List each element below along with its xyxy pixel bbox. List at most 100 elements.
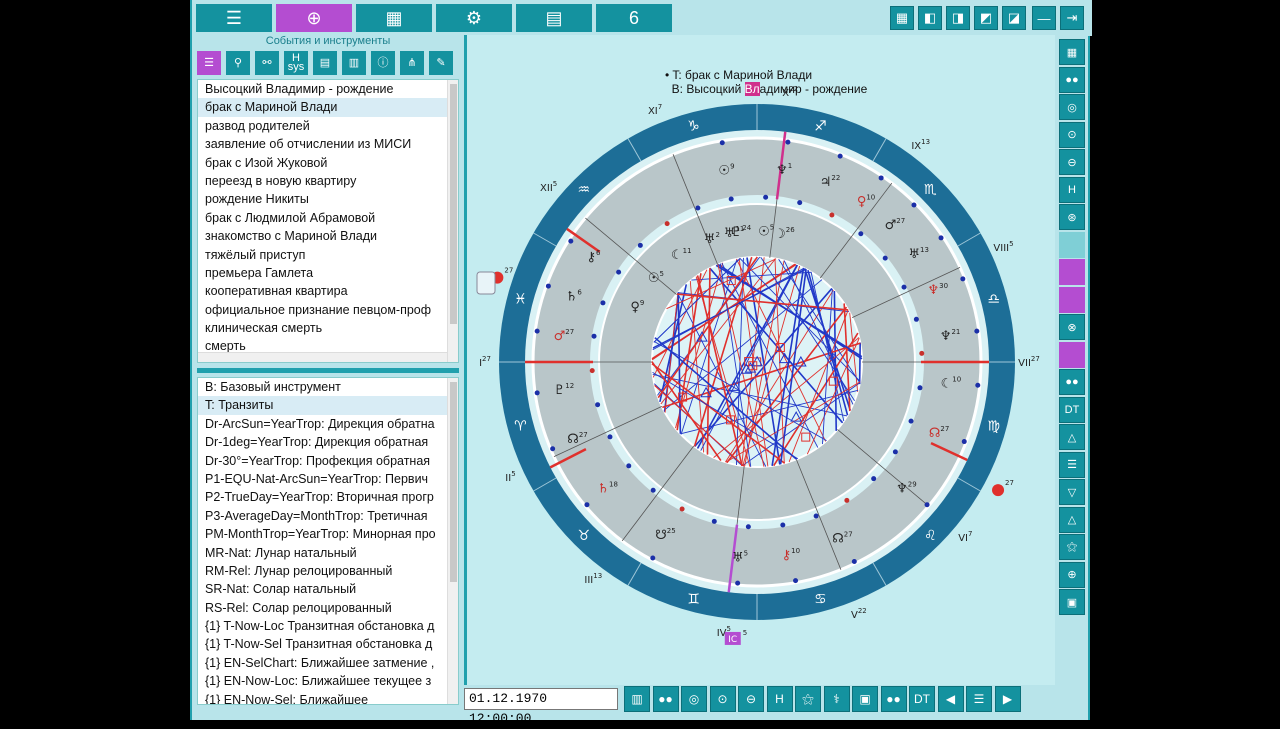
- exit-button[interactable]: ⇥: [1060, 6, 1084, 30]
- right-tool-button[interactable]: ●●: [1059, 66, 1085, 93]
- event-list-item[interactable]: Высоцкий Владимир - рождение: [198, 80, 458, 98]
- bottom-tool-button[interactable]: ◀: [937, 686, 964, 712]
- right-tool-button[interactable]: △: [1059, 424, 1085, 450]
- instrument-list-item[interactable]: {1} T-Now-Sel Транзитная обстановка д: [198, 635, 458, 653]
- right-tool-button[interactable]: ⊗: [1059, 314, 1085, 340]
- bottom-tool-button[interactable]: ⚕: [823, 686, 850, 712]
- logo-button[interactable]: 6: [596, 4, 672, 32]
- minimize-button[interactable]: —: [1032, 6, 1056, 30]
- aspect-tool-button[interactable]: ⚯: [255, 51, 279, 75]
- instrument-list-item[interactable]: MR-Nat: Лунар натальный: [198, 544, 458, 562]
- bottom-tool-button[interactable]: DT: [909, 686, 935, 712]
- natal-chart-wheel[interactable]: ♈♉♊ ♋♌♍♎♏♐♑♒♓I27II5III13IV5V22VI7VII27VII…: [467, 35, 1058, 685]
- instrument-list-item[interactable]: {1} EN-SelChart: Ближайшее затмение ,: [198, 654, 458, 672]
- palette-swatch[interactable]: [1059, 341, 1085, 368]
- house-system-button[interactable]: H sys: [284, 51, 308, 75]
- instrument-list-item[interactable]: {1} EN-Now-Loc: Ближайшее текущее з: [198, 672, 458, 690]
- layout-grid-button[interactable]: ▦: [890, 6, 914, 30]
- right-tool-button[interactable]: ◎: [1059, 94, 1085, 120]
- right-tool-button[interactable]: DT: [1059, 396, 1085, 423]
- instrument-list-item[interactable]: P2-TrueDay=YearTrop: Вторичная прогр: [198, 488, 458, 506]
- events-scrollbar[interactable]: [447, 80, 458, 362]
- instrument-list-item[interactable]: Dr-1deg=YearTrop: Дирекция обратная: [198, 433, 458, 451]
- instrument-list-item[interactable]: RM-Rel: Лунар релоцированный: [198, 562, 458, 580]
- right-tool-button[interactable]: ☰: [1059, 451, 1085, 478]
- bottom-tool-button[interactable]: ⊙: [709, 686, 736, 712]
- instrument-list-item[interactable]: {1} T-Now-Loc Транзитная обстановка д: [198, 617, 458, 635]
- palette-swatch[interactable]: [1059, 259, 1085, 285]
- chart-view-button[interactable]: ⊕: [276, 4, 352, 32]
- event-list-item[interactable]: кооперативная квартира: [198, 282, 458, 300]
- datetime-field[interactable]: 01.12.1970 12:00:00: [464, 688, 618, 726]
- settings-button[interactable]: ⚙: [436, 4, 512, 32]
- bottom-tool-button[interactable]: ⊖: [738, 686, 764, 712]
- edit-button[interactable]: ✎: [429, 51, 453, 75]
- right-tool-button[interactable]: ⊙: [1059, 121, 1085, 148]
- events-list[interactable]: Высоцкий Владимир - рождение брак с Марин…: [197, 79, 459, 363]
- instrument-list-item[interactable]: P3-AverageDay=MonthTrop: Третичная: [198, 507, 458, 525]
- calculator-button[interactable]: ▤: [516, 4, 592, 32]
- right-tool-button[interactable]: ▣: [1059, 589, 1085, 615]
- event-list-item[interactable]: знакомство с Мариной Влади: [198, 227, 458, 245]
- layout-right-button[interactable]: ◨: [946, 6, 970, 30]
- event-list-item[interactable]: брак с Людмилой Абрамовой: [198, 209, 458, 227]
- tree-button[interactable]: ⋔: [400, 51, 424, 75]
- info-button[interactable]: ⓘ: [371, 51, 395, 75]
- instrument-list-item[interactable]: T: Транзиты: [198, 396, 458, 415]
- instrument-list-item[interactable]: Dr-30°=YearTrop: Профекция обратная: [198, 452, 458, 470]
- bottom-tool-button[interactable]: ●●: [880, 686, 907, 712]
- event-list-item[interactable]: тяжёлый приступ: [198, 246, 458, 264]
- notes-button[interactable]: ▤: [313, 51, 337, 75]
- event-list-item[interactable]: брак с Мариной Влади: [198, 98, 458, 117]
- right-tool-button[interactable]: ⊕: [1059, 561, 1085, 588]
- bottom-tool-button[interactable]: ●●: [652, 686, 679, 712]
- panel-splitter[interactable]: [197, 368, 459, 373]
- event-list-item[interactable]: премьера Гамлета: [198, 264, 458, 282]
- right-tool-button[interactable]: △: [1059, 506, 1085, 533]
- bottom-tool-button[interactable]: ▥: [624, 686, 650, 712]
- right-tool-button[interactable]: ▦: [1059, 39, 1085, 65]
- scroll-thumb[interactable]: [450, 382, 457, 582]
- chart-area[interactable]: • T: брак с Мариной Влади B: Высоцкий Вл…: [464, 35, 1055, 685]
- right-tool-button[interactable]: ⊖: [1059, 149, 1085, 175]
- menu-button[interactable]: ☰: [196, 4, 272, 32]
- instrument-list-item[interactable]: Dr-ArcSun=YearTrop: Дирекция обратна: [198, 415, 458, 433]
- right-tool-button[interactable]: ⚝: [1059, 534, 1085, 560]
- bottom-tool-button[interactable]: ☰: [966, 686, 992, 712]
- bottom-tool-button[interactable]: ▶: [994, 686, 1021, 712]
- right-tool-button[interactable]: H: [1059, 176, 1085, 203]
- event-list-item[interactable]: брак с Изой Жуковой: [198, 154, 458, 172]
- bottom-tool-button[interactable]: ◎: [681, 686, 707, 712]
- bottom-tool-button[interactable]: H: [766, 686, 793, 712]
- list-button[interactable]: ☰: [197, 51, 221, 75]
- event-list-item[interactable]: клиническая смерть: [198, 319, 458, 337]
- instruments-list[interactable]: B: Базовый инструмент T: Транзиты Dr-ArcSu…: [197, 377, 459, 705]
- instrument-list-item[interactable]: PM-MonthTrop=YearTrop: Минорная про: [198, 525, 458, 543]
- instrument-list-item[interactable]: P1-EQU-Nat-ArcSun=YearTrop: Первич: [198, 470, 458, 488]
- layout-full-button[interactable]: ◪: [1002, 6, 1026, 30]
- event-list-item[interactable]: официальное признание певцом-проф: [198, 301, 458, 319]
- grid-view-button[interactable]: ▦: [356, 4, 432, 32]
- event-list-item[interactable]: заявление об отчислении из МИСИ: [198, 135, 458, 153]
- layout-bottom-button[interactable]: ◩: [974, 6, 998, 30]
- event-list-item[interactable]: рождение Никиты: [198, 190, 458, 208]
- bottom-tool-button[interactable]: ▣: [852, 686, 878, 712]
- events-hscrollbar[interactable]: [198, 352, 447, 362]
- palette-swatch[interactable]: [1059, 231, 1085, 258]
- bottom-tool-button[interactable]: ⚝: [795, 686, 821, 712]
- instrument-list-item[interactable]: {1} EN-Now-Sel: Ближайшее: [198, 691, 458, 704]
- transit-tool-button[interactable]: ⚲: [226, 51, 250, 75]
- right-tool-button[interactable]: ●●: [1059, 369, 1085, 395]
- layout-left-button[interactable]: ◧: [918, 6, 942, 30]
- instruments-scrollbar[interactable]: [447, 378, 458, 704]
- scroll-thumb[interactable]: [450, 84, 457, 324]
- instrument-list-item[interactable]: RS-Rel: Солар релоцированный: [198, 599, 458, 617]
- event-list-item[interactable]: развод родителей: [198, 117, 458, 135]
- palette-swatch[interactable]: [1059, 286, 1085, 313]
- instrument-list-item[interactable]: SR-Nat: Солар натальный: [198, 580, 458, 598]
- event-list-item[interactable]: переезд в новую квартиру: [198, 172, 458, 190]
- table-button[interactable]: ▥: [342, 51, 366, 75]
- right-tool-button[interactable]: ▽: [1059, 479, 1085, 505]
- instrument-list-item[interactable]: B: Базовый инструмент: [198, 378, 458, 396]
- right-tool-button[interactable]: ⊛: [1059, 204, 1085, 230]
